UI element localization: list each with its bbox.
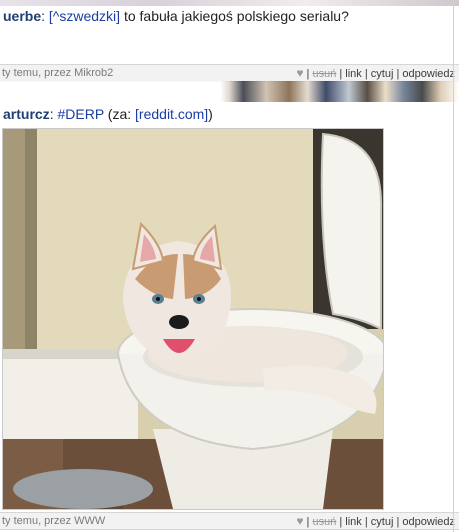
- post-2-permalink[interactable]: link: [345, 516, 362, 528]
- decorative-banner: [0, 81, 459, 102]
- post-1-reply-button[interactable]: odpowiedz: [402, 68, 455, 80]
- post-2-image[interactable]: [2, 128, 384, 510]
- post-2-quote-link[interactable]: cytuj: [371, 516, 394, 528]
- post-1-permalink[interactable]: link: [345, 68, 362, 80]
- meta-separator: |: [336, 516, 346, 528]
- post-2-tag-link[interactable]: #DERP: [57, 106, 103, 122]
- post-2-author[interactable]: arturcz: [3, 106, 50, 122]
- top-banner-strip: [0, 0, 459, 6]
- meta-separator: |: [361, 68, 371, 80]
- post-2-time-author: ty temu, przez WWW: [2, 515, 106, 527]
- post-2-source-prefix: (za:: [103, 106, 136, 122]
- post-1-reply-link[interactable]: [^szwedzki]: [49, 8, 120, 24]
- post-1-body: uerbe: [^szwedzki] to fabuła jakiegoś po…: [3, 7, 349, 25]
- post-1-separator: :: [41, 8, 46, 24]
- post-2-delete-link[interactable]: usuń: [312, 516, 336, 528]
- post-1-meta-bar: ty temu, przez Mikrob2 ♥ | usuń | link |…: [0, 64, 459, 82]
- post-2-reply-button[interactable]: odpowiedz: [402, 516, 455, 528]
- post-1-text: to fabuła jakiegoś polskiego serialu?: [120, 8, 349, 24]
- post-2-actions: ♥ | usuń | link | cytuj | odpowiedz: [296, 513, 455, 530]
- post-2-meta-bar: ty temu, przez WWW ♥ | usuń | link | cyt…: [0, 512, 459, 530]
- post-1-author[interactable]: uerbe: [3, 8, 41, 24]
- meta-separator: |: [336, 68, 346, 80]
- meta-separator: |: [361, 516, 371, 528]
- post-1-time-author: ty temu, przez Mikrob2: [2, 67, 114, 79]
- post-1-quote-link[interactable]: cytuj: [371, 68, 394, 80]
- post-2-separator: :: [49, 106, 54, 122]
- post-2-source-suffix: ): [208, 106, 213, 122]
- right-border: [453, 0, 454, 532]
- husky-toilet-photo: [3, 129, 383, 509]
- post-1-actions: ♥ | usuń | link | cytuj | odpowiedz: [296, 65, 455, 82]
- post-2-source-link[interactable]: [reddit.com]: [135, 106, 208, 122]
- post-1-delete-link[interactable]: usuń: [312, 68, 336, 80]
- post-2-body: arturcz: #DERP (za: [reddit.com]): [3, 105, 213, 123]
